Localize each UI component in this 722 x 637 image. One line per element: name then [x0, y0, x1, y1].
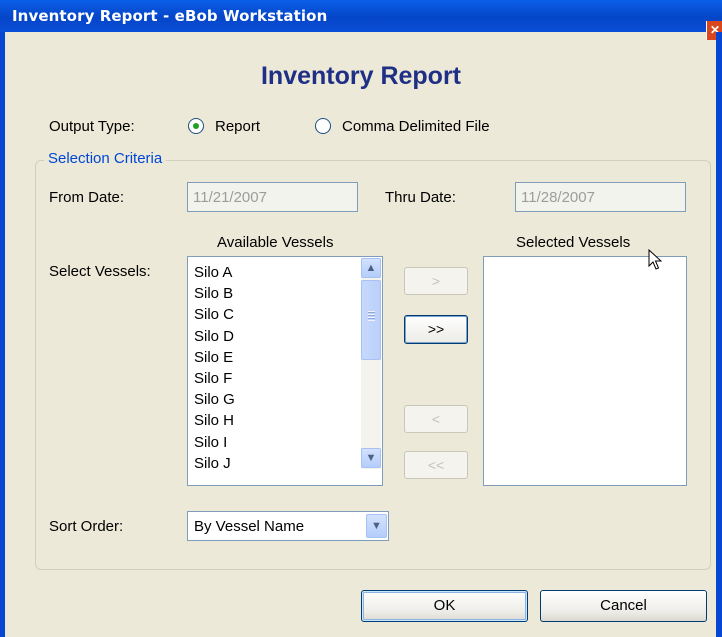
selected-vessels-header: Selected Vessels	[516, 234, 631, 251]
sort-order-label: Sort Order:	[49, 518, 124, 535]
comma-delimited-radio-label[interactable]: Comma Delimited File	[342, 118, 490, 135]
thru-date-field[interactable]: 11/28/2007	[515, 182, 686, 212]
report-radio-label[interactable]: Report	[215, 118, 260, 135]
available-vessels-list[interactable]: Silo A Silo B Silo C Silo D Silo E Silo …	[187, 256, 383, 486]
mouse-pointer-icon	[648, 249, 662, 270]
available-vessels-scrollbar[interactable]: ▲ ▼	[361, 258, 381, 469]
thru-date-label: Thru Date:	[385, 189, 456, 206]
window-border-left	[0, 32, 5, 637]
list-item[interactable]: Silo C	[194, 304, 235, 325]
comma-delimited-radio[interactable]	[315, 118, 331, 134]
cancel-button[interactable]: Cancel	[540, 590, 707, 622]
remove-selected-button[interactable]: <	[404, 405, 468, 433]
add-selected-button[interactable]: >	[404, 267, 468, 295]
page-title: Inventory Report	[260, 62, 462, 90]
report-radio[interactable]	[188, 118, 204, 134]
sort-order-dropdown[interactable]: By Vessel Name ▼	[187, 511, 389, 541]
list-item[interactable]: Silo I	[194, 432, 235, 453]
remove-all-button[interactable]: <<	[404, 451, 468, 479]
selected-vessels-list[interactable]	[483, 256, 687, 486]
window-title: Inventory Report - eBob Workstation	[12, 7, 328, 25]
window-border-right	[716, 32, 722, 637]
scroll-up-arrow-icon[interactable]: ▲	[361, 258, 381, 278]
scrollbar-grip-icon	[368, 311, 375, 321]
list-item[interactable]: Silo D	[194, 326, 235, 347]
from-date-label: From Date:	[49, 189, 125, 206]
list-item[interactable]: Silo H	[194, 410, 235, 431]
list-item[interactable]: Silo A	[194, 262, 235, 283]
chevron-down-icon[interactable]: ▼	[366, 514, 387, 538]
list-item[interactable]: Silo E	[194, 347, 235, 368]
list-item[interactable]: Silo F	[194, 368, 235, 389]
sort-order-value: By Vessel Name	[194, 518, 305, 535]
from-date-field[interactable]: 11/21/2007	[187, 182, 358, 212]
selection-criteria-legend: Selection Criteria	[44, 150, 167, 167]
output-type-label: Output Type:	[49, 118, 135, 135]
add-all-button[interactable]: >>	[404, 315, 468, 344]
inventory-report-window: Inventory Report - eBob Workstation ✕ In…	[0, 0, 722, 637]
ok-button[interactable]: OK	[361, 590, 528, 622]
list-item[interactable]: Silo J	[194, 453, 235, 474]
available-vessels-header: Available Vessels	[217, 234, 334, 251]
list-item[interactable]: Silo B	[194, 283, 235, 304]
list-item[interactable]: Silo G	[194, 389, 235, 410]
scrollbar-thumb[interactable]	[361, 280, 381, 360]
select-vessels-label: Select Vessels:	[49, 263, 151, 280]
scroll-down-arrow-icon[interactable]: ▼	[361, 448, 381, 468]
title-bar[interactable]: Inventory Report - eBob Workstation	[0, 0, 722, 32]
